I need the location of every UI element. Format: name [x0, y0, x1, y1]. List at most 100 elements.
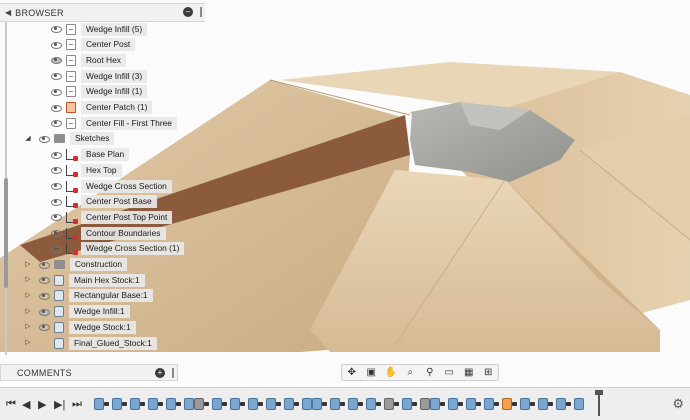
- comments-panel-header[interactable]: COMMENTS +: [0, 364, 178, 381]
- timeline-sketch-marker[interactable]: [340, 402, 345, 406]
- visibility-eye-icon[interactable]: [50, 119, 62, 128]
- play-icon[interactable]: ▶: [38, 398, 46, 411]
- timeline-feature-marker[interactable]: [130, 398, 140, 410]
- visibility-eye-icon[interactable]: [50, 213, 62, 222]
- timeline-feature-marker[interactable]: [538, 398, 548, 410]
- timeline-sketch-marker[interactable]: [358, 402, 363, 406]
- panel-resize-handle-icon[interactable]: [172, 368, 174, 378]
- timeline-feature-marker[interactable]: [112, 398, 122, 410]
- timeline-feature-marker[interactable]: [302, 398, 312, 410]
- visibility-eye-icon[interactable]: [38, 292, 50, 300]
- panel-resize-handle-icon[interactable]: [200, 7, 202, 17]
- tree-item[interactable]: Construction: [38, 258, 128, 272]
- timeline-feature-marker[interactable]: [484, 398, 494, 410]
- timeline-feature-marker[interactable]: [384, 398, 394, 410]
- tree-item[interactable]: Hex Top: [50, 163, 122, 177]
- timeline-feature-marker[interactable]: [284, 398, 294, 410]
- tree-item[interactable]: Main Hex Stock:1: [38, 273, 145, 287]
- timeline-sketch-marker[interactable]: [276, 402, 281, 406]
- timeline-sketch-marker[interactable]: [294, 402, 299, 406]
- zoom-icon[interactable]: ⚲: [422, 367, 438, 378]
- go-to-end-icon[interactable]: ⏭: [72, 398, 82, 411]
- timeline-sketch-marker[interactable]: [394, 402, 399, 406]
- triangle-left-icon[interactable]: ◀: [5, 8, 11, 17]
- timeline-sketch-marker[interactable]: [204, 402, 209, 406]
- step-forward-icon[interactable]: ▶|: [54, 398, 65, 411]
- visibility-eye-icon[interactable]: [50, 166, 62, 175]
- expand-arrow-icon[interactable]: ▷: [24, 275, 32, 283]
- tree-item[interactable]: Rectangular Base:1: [38, 289, 153, 303]
- tree-item[interactable]: Wedge Infill:1: [38, 305, 130, 319]
- timeline-sketch-marker[interactable]: [494, 402, 499, 406]
- tree-item[interactable]: Center Post Base: [50, 195, 157, 209]
- timeline-feature-marker[interactable]: [212, 398, 222, 410]
- tree-item[interactable]: Center Post: [50, 38, 136, 52]
- tree-item[interactable]: Base Plan: [50, 148, 130, 162]
- timeline-sketch-marker[interactable]: [512, 402, 517, 406]
- tree-item[interactable]: Wedge Stock:1: [38, 320, 136, 334]
- pan-hand-icon[interactable]: ✋: [383, 367, 399, 378]
- timeline-marker[interactable]: [595, 390, 603, 416]
- tree-item[interactable]: Wedge Cross Section (1): [50, 242, 185, 256]
- tree-item[interactable]: Wedge Cross Section: [50, 179, 172, 193]
- tree-item[interactable]: Center Fill - First Three: [50, 116, 177, 130]
- timeline-feature-marker[interactable]: [166, 398, 176, 410]
- timeline-sketch-marker[interactable]: [476, 402, 481, 406]
- visibility-eye-icon[interactable]: [38, 261, 50, 269]
- expand-arrow-icon[interactable]: ▷: [24, 307, 32, 315]
- timeline-sketch-marker[interactable]: [322, 402, 327, 406]
- visibility-eye-icon[interactable]: [50, 198, 62, 206]
- step-back-icon[interactable]: ◀: [22, 398, 30, 411]
- tree-item[interactable]: Root Hex: [50, 53, 126, 67]
- visibility-eye-icon[interactable]: [50, 229, 62, 238]
- timeline-feature-marker[interactable]: [330, 398, 340, 410]
- timeline-sketch-marker[interactable]: [566, 402, 571, 406]
- timeline-feature-marker[interactable]: [420, 398, 430, 410]
- display-icon[interactable]: ▭: [441, 367, 457, 378]
- timeline-sketch-marker[interactable]: [258, 402, 263, 406]
- expand-arrow-icon[interactable]: ▷: [24, 338, 32, 346]
- timeline-feature-marker[interactable]: [466, 398, 476, 410]
- timeline-feature-marker[interactable]: [366, 398, 376, 410]
- go-to-start-icon[interactable]: ⏮: [6, 398, 16, 411]
- expand-arrow-icon[interactable]: ▷: [24, 260, 32, 268]
- timeline-feature-marker[interactable]: [402, 398, 412, 410]
- timeline-feature-marker[interactable]: [502, 398, 512, 410]
- tree-item[interactable]: Sketches: [38, 132, 115, 146]
- timeline-sketch-marker[interactable]: [158, 402, 163, 406]
- timeline-feature-marker[interactable]: [348, 398, 358, 410]
- timeline-sketch-marker[interactable]: [548, 402, 553, 406]
- timeline-feature-marker[interactable]: [148, 398, 158, 410]
- camera-icon[interactable]: ▣: [363, 367, 379, 378]
- timeline-feature-marker[interactable]: [266, 398, 276, 410]
- tree-item[interactable]: Wedge Infill (1): [50, 85, 148, 99]
- timeline-feature-marker[interactable]: [194, 398, 204, 410]
- visibility-eye-icon[interactable]: [38, 323, 50, 332]
- timeline-feature-marker[interactable]: [556, 398, 566, 410]
- visibility-eye-icon[interactable]: [50, 72, 62, 81]
- timeline-feature-marker[interactable]: [520, 398, 530, 410]
- visibility-eye-icon[interactable]: [50, 104, 62, 112]
- circle-minus-icon[interactable]: –: [183, 7, 193, 17]
- timeline-sketch-marker[interactable]: [176, 402, 181, 406]
- collapse-arrow-icon[interactable]: ◢: [24, 134, 32, 142]
- timeline-sketch-marker[interactable]: [376, 402, 381, 406]
- visual-style-icon[interactable]: ▦: [461, 367, 477, 378]
- zoom-window-icon[interactable]: ⌕: [402, 367, 418, 378]
- visibility-eye-icon[interactable]: [50, 245, 62, 253]
- expand-arrow-icon[interactable]: ▷: [24, 322, 32, 330]
- visibility-eye-icon[interactable]: [50, 41, 62, 49]
- timeline-sketch-marker[interactable]: [104, 402, 109, 406]
- timeline-feature-marker[interactable]: [448, 398, 458, 410]
- timeline-feature-marker[interactable]: [230, 398, 240, 410]
- timeline-feature-marker[interactable]: [430, 398, 440, 410]
- timeline-sketch-marker[interactable]: [530, 402, 535, 406]
- gear-icon[interactable]: ⚙: [672, 396, 684, 412]
- tree-item[interactable]: Wedge Infill (3): [50, 69, 148, 83]
- orbit-icon[interactable]: ✥: [344, 367, 360, 378]
- timeline-sketch-marker[interactable]: [458, 402, 463, 406]
- timeline-sketch-marker[interactable]: [140, 402, 145, 406]
- browser-panel-header[interactable]: ◀ BROWSER –: [0, 3, 205, 22]
- timeline-feature-marker[interactable]: [248, 398, 258, 410]
- grid-icon[interactable]: ⊞: [480, 367, 496, 378]
